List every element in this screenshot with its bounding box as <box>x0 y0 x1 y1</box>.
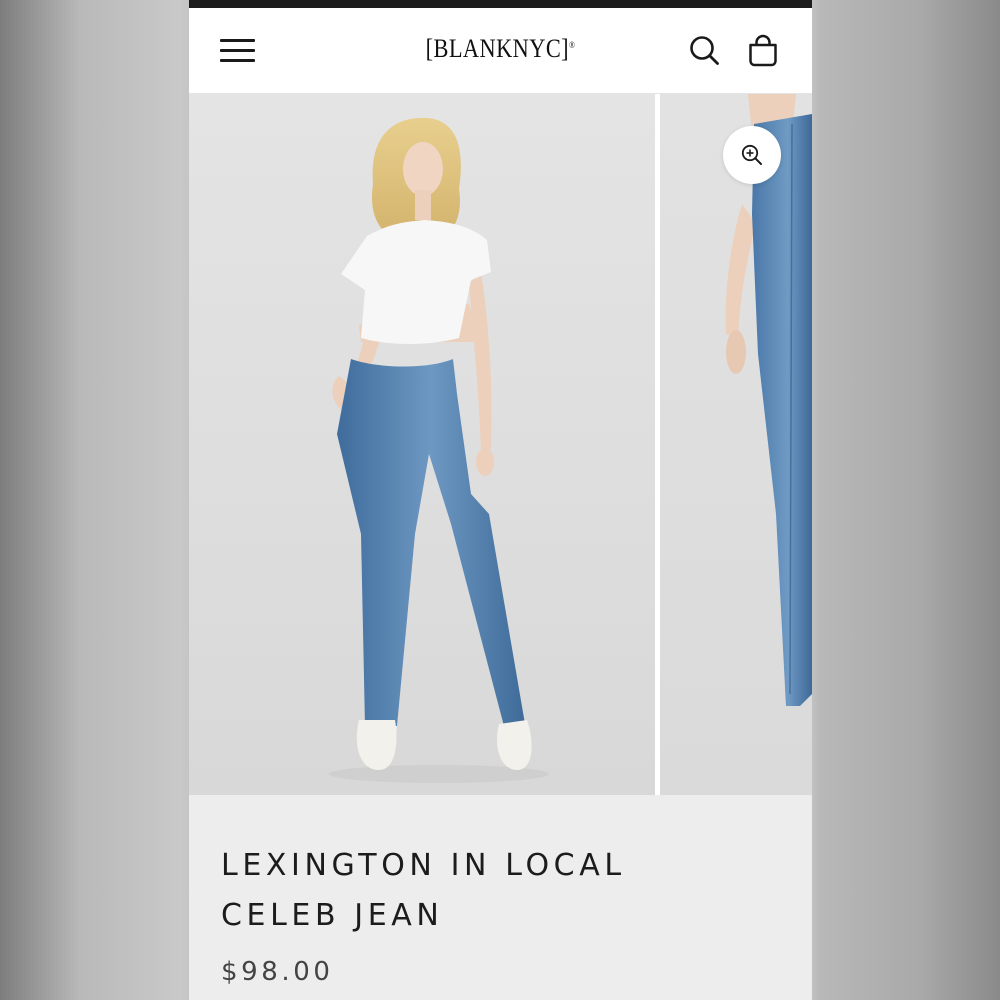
product-title: LEXINGTON IN LOCAL CELEB JEAN <box>221 841 781 941</box>
phone-screen: [BLANKNYC]® LEXINGTON IN LOCAL CELEB JEA… <box>189 0 812 1000</box>
status-bar <box>189 0 812 8</box>
product-title-line-2: CELEB JEAN <box>221 898 444 933</box>
product-image-gallery[interactable] <box>189 94 812 795</box>
shopping-bag-icon[interactable] <box>744 32 782 70</box>
search-icon[interactable] <box>686 32 724 70</box>
product-info: LEXINGTON IN LOCAL CELEB JEAN $98.00 <box>189 795 812 1000</box>
zoom-in-icon[interactable] <box>723 126 781 184</box>
product-title-line-1: LEXINGTON IN LOCAL <box>221 848 626 883</box>
product-photo-side[interactable] <box>660 94 812 795</box>
site-header: [BLANKNYC]® <box>189 8 812 94</box>
product-price: $98.00 <box>221 957 334 987</box>
product-photo-front[interactable] <box>189 94 655 795</box>
